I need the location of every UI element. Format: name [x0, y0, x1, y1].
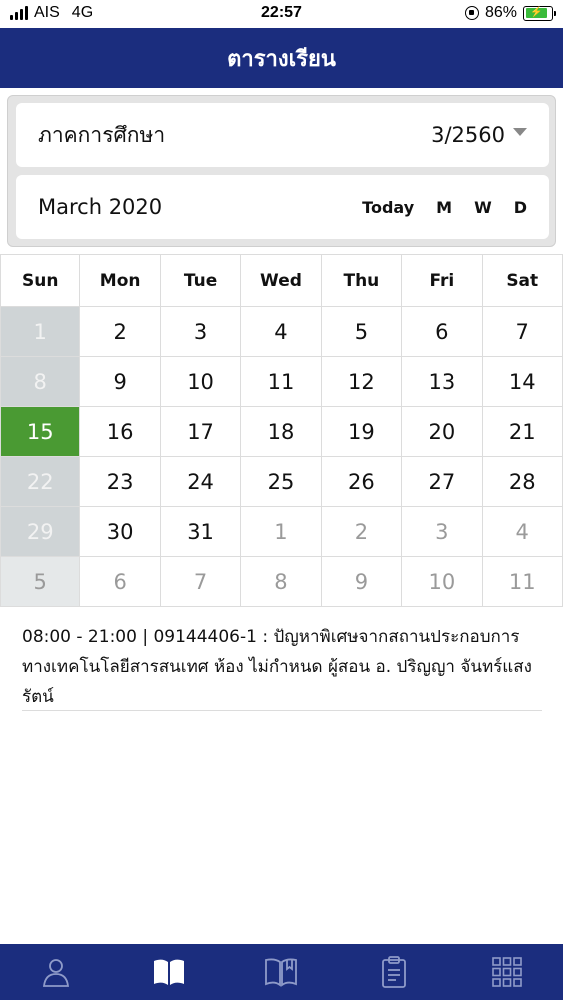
calendar-day[interactable]: 26	[321, 457, 403, 507]
rotation-lock-icon	[464, 6, 479, 20]
semester-label: ภาคการศึกษา	[38, 122, 166, 147]
nav-grades[interactable]	[364, 944, 424, 1000]
day-view-button[interactable]: D	[514, 198, 527, 217]
calendar-day-today[interactable]: 15	[0, 407, 81, 457]
bookmark-book-icon	[265, 958, 298, 987]
calendar-day[interactable]: 18	[241, 407, 322, 457]
calendar-day[interactable]: 7	[482, 307, 563, 357]
calendar-day-next-month[interactable]: 3	[402, 507, 483, 557]
event-divider	[22, 710, 542, 711]
calendar-day[interactable]: 6	[402, 307, 483, 357]
calendar-day[interactable]: 9	[80, 357, 161, 407]
semester-value: 3/2560	[431, 123, 505, 147]
calendar-day[interactable]: 23	[80, 457, 161, 507]
calendar-day[interactable]: 16	[80, 407, 161, 457]
grid-menu-icon	[491, 957, 522, 987]
month-calendar: Sun Mon Tue Wed Thu Fri Sat 1 2 3 4 5 6 …	[0, 254, 563, 607]
nav-profile[interactable]	[26, 944, 86, 1000]
calendar-day[interactable]: 5	[321, 307, 403, 357]
calendar-day-next-month[interactable]: 4	[482, 507, 563, 557]
battery-percent: 86%	[484, 4, 517, 21]
clipboard-icon	[382, 956, 406, 988]
weekday-wed: Wed	[241, 254, 322, 307]
calendar-day[interactable]: 22	[0, 457, 81, 507]
calendar-day-next-month[interactable]: 5	[0, 557, 81, 607]
weekday-sat: Sat	[482, 254, 563, 307]
weekday-sun: Sun	[0, 254, 81, 307]
caret-down-icon	[513, 128, 527, 136]
calendar-day-next-month[interactable]: 8	[241, 557, 322, 607]
week-view-button[interactable]: W	[474, 198, 492, 217]
calendar-day[interactable]: 28	[482, 457, 563, 507]
weekday-header: Sun Mon Tue Wed Thu Fri Sat	[0, 254, 563, 307]
calendar-day[interactable]: 31	[160, 507, 242, 557]
calendar-day[interactable]: 4	[241, 307, 322, 357]
calendar-week: 1 2 3 4 5 6 7	[0, 307, 563, 357]
event-item[interactable]: 08:00 - 21:00 | 09144406-1 : ปัญหาพิเศษจ…	[22, 622, 542, 712]
calendar-day[interactable]: 30	[80, 507, 161, 557]
calendar-day[interactable]: 20	[402, 407, 483, 457]
month-title: March 2020	[38, 195, 163, 219]
calendar-day-next-month[interactable]: 11	[482, 557, 563, 607]
bottom-nav	[0, 944, 563, 1000]
page-title: ตารางเรียน	[0, 28, 563, 88]
book-open-icon	[153, 959, 184, 985]
battery-icon: ⚡	[523, 5, 556, 21]
calendar-day-next-month[interactable]: 1	[241, 507, 322, 557]
weekday-tue: Tue	[160, 254, 242, 307]
calendar-week: 5 6 7 8 9 10 11	[0, 557, 563, 607]
calendar-day[interactable]: 1	[0, 307, 81, 357]
calendar-day[interactable]: 13	[402, 357, 483, 407]
calendar-day[interactable]: 25	[241, 457, 322, 507]
calendar-day[interactable]: 10	[160, 357, 242, 407]
nav-schedule[interactable]	[139, 944, 199, 1000]
calendar-day[interactable]: 11	[241, 357, 322, 407]
calendar-day-next-month[interactable]: 7	[160, 557, 242, 607]
semester-selector[interactable]: ภาคการศึกษา 3/2560	[16, 103, 549, 167]
today-button[interactable]: Today	[362, 198, 414, 217]
weekday-mon: Mon	[80, 254, 161, 307]
calendar-day-next-month[interactable]: 9	[321, 557, 403, 607]
nav-menu[interactable]	[477, 944, 537, 1000]
profile-icon	[43, 959, 70, 987]
calendar-day[interactable]: 17	[160, 407, 242, 457]
filter-panel: ภาคการศึกษา 3/2560 March 2020 Today M W …	[7, 95, 556, 247]
weekday-thu: Thu	[321, 254, 403, 307]
weekday-fri: Fri	[402, 254, 483, 307]
calendar-week: 8 9 10 11 12 13 14	[0, 357, 563, 407]
status-bar: AIS 4G 22:57 86% ⚡	[0, 0, 563, 28]
calendar-day[interactable]: 27	[402, 457, 483, 507]
month-view-button[interactable]: M	[436, 198, 452, 217]
calendar-day[interactable]: 24	[160, 457, 242, 507]
calendar-day[interactable]: 29	[0, 507, 81, 557]
calendar-day[interactable]: 19	[321, 407, 403, 457]
month-toolbar: March 2020 Today M W D	[16, 175, 549, 239]
calendar-day[interactable]: 21	[482, 407, 563, 457]
calendar-day-next-month[interactable]: 6	[80, 557, 161, 607]
calendar-week: 22 23 24 25 26 27 28	[0, 457, 563, 507]
calendar-week: 15 16 17 18 19 20 21	[0, 407, 563, 457]
calendar-day[interactable]: 2	[80, 307, 161, 357]
calendar-week: 29 30 31 1 2 3 4	[0, 507, 563, 557]
calendar-day-next-month[interactable]: 10	[402, 557, 483, 607]
calendar-day[interactable]: 14	[482, 357, 563, 407]
calendar-day[interactable]: 3	[160, 307, 242, 357]
nav-courses[interactable]	[251, 944, 311, 1000]
calendar-day[interactable]: 8	[0, 357, 81, 407]
calendar-day[interactable]: 12	[321, 357, 403, 407]
calendar-day-next-month[interactable]: 2	[321, 507, 403, 557]
